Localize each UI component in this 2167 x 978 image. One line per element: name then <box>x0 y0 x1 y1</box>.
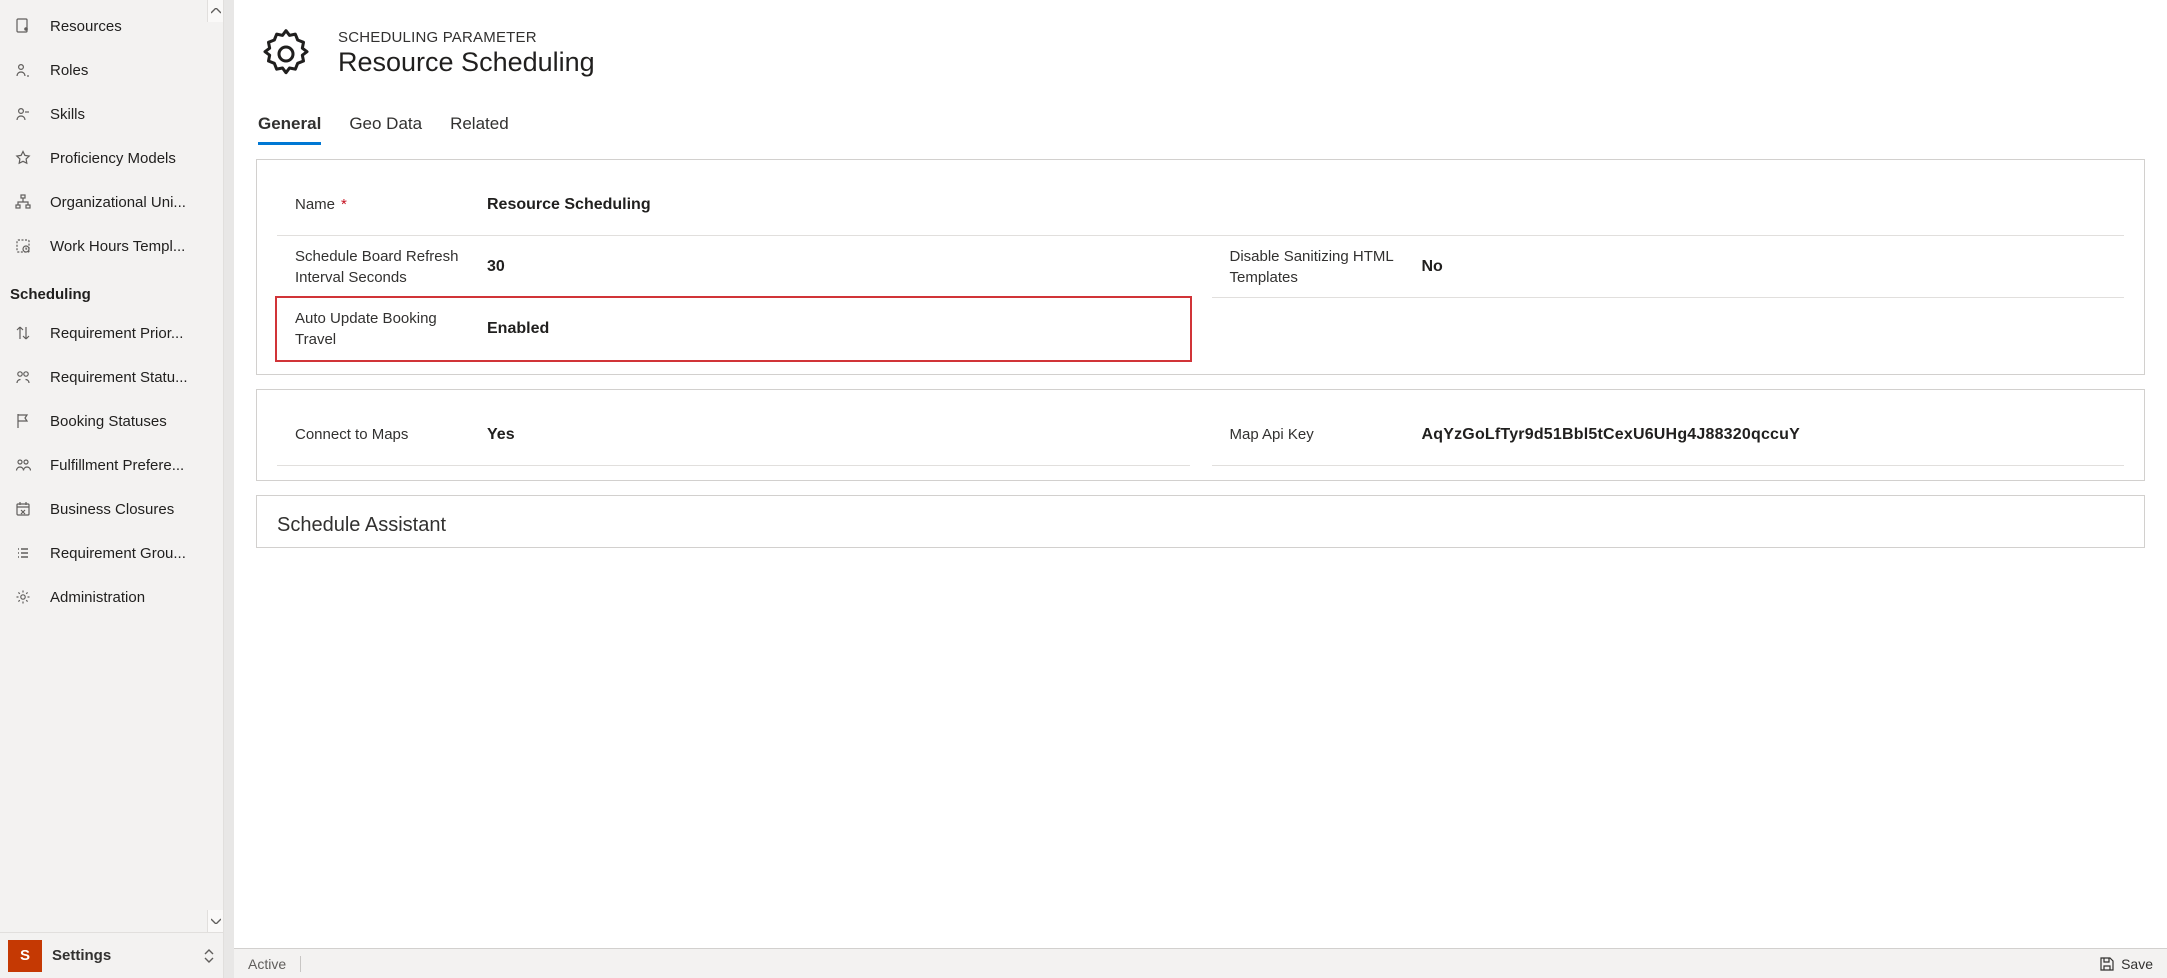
priority-icon <box>14 324 32 342</box>
field-value: Yes <box>467 426 1190 444</box>
sidebar-item-skills[interactable]: Skills <box>0 92 223 136</box>
tab-related[interactable]: Related <box>450 114 509 145</box>
gear-icon <box>14 588 32 606</box>
sidebar-item-label: Resources <box>50 18 122 35</box>
statusbar: Active Save <box>234 948 2167 978</box>
sidebar-item-label: Requirement Statu... <box>50 369 188 386</box>
app-root: Resources Roles Skills Proficiency Model… <box>0 0 2167 978</box>
gear-large-icon <box>258 26 314 82</box>
save-button[interactable]: Save <box>2099 956 2153 972</box>
sidebar-item-requirement-groups[interactable]: Requirement Grou... <box>0 531 223 575</box>
status-icon <box>14 368 32 386</box>
field-connect-to-maps[interactable]: Connect to Maps Yes <box>277 404 1190 466</box>
flag-icon <box>14 412 32 430</box>
save-label: Save <box>2121 956 2153 972</box>
page-header: SCHEDULING PARAMETER Resource Scheduling <box>256 0 2145 92</box>
tab-label: Related <box>450 114 509 133</box>
area-switcher[interactable]: S Settings <box>0 932 223 978</box>
field-disable-sanitizing[interactable]: Disable Sanitizing HTML Templates No <box>1212 236 2125 298</box>
org-icon <box>14 193 32 211</box>
sidebar-item-fulfillment-preferences[interactable]: Fulfillment Prefere... <box>0 443 223 487</box>
label-text: Name <box>295 196 335 213</box>
sidebar-item-label: Organizational Uni... <box>50 194 186 211</box>
field-label: Map Api Key <box>1212 424 1402 445</box>
page-eyebrow: SCHEDULING PARAMETER <box>338 29 595 46</box>
general-card: Name * Resource Scheduling Schedule Board… <box>256 159 2145 375</box>
sidebar-scroll-up[interactable] <box>207 0 223 22</box>
sidebar-item-resources[interactable]: Resources <box>0 4 223 48</box>
main-scroll[interactable]: SCHEDULING PARAMETER Resource Scheduling… <box>234 0 2167 948</box>
sidebar-item-label: Booking Statuses <box>50 413 167 430</box>
field-value: 30 <box>467 258 1190 276</box>
form-tabs: General Geo Data Related <box>256 92 2145 145</box>
field-value: No <box>1402 258 2125 276</box>
schedule-assistant-card: Schedule Assistant <box>256 495 2145 548</box>
tab-general[interactable]: General <box>258 114 321 145</box>
record-status: Active <box>248 956 286 972</box>
field-label: Disable Sanitizing HTML Templates <box>1212 246 1402 288</box>
sidebar-item-label: Requirement Prior... <box>50 325 183 342</box>
main: SCHEDULING PARAMETER Resource Scheduling… <box>224 0 2167 978</box>
area-label: Settings <box>52 947 111 964</box>
maps-card: Connect to Maps Yes Map Api Key AqYzGoLf… <box>256 389 2145 481</box>
sidebar-item-business-closures[interactable]: Business Closures <box>0 487 223 531</box>
sidebar-scroll: Resources Roles Skills Proficiency Model… <box>0 0 223 932</box>
sidebar-group-scheduling: Scheduling <box>0 268 223 311</box>
tab-label: Geo Data <box>349 114 422 133</box>
required-indicator: * <box>341 196 347 213</box>
updown-chevron-icon <box>203 949 215 963</box>
field-auto-update-booking-travel[interactable]: Auto Update Booking Travel Enabled <box>277 298 1190 360</box>
sidebar-item-label: Roles <box>50 62 88 79</box>
sidebar-item-requirement-statuses[interactable]: Requirement Statu... <box>0 355 223 399</box>
sidebar-item-organizational-units[interactable]: Organizational Uni... <box>0 180 223 224</box>
field-map-api-key[interactable]: Map Api Key AqYzGoLfTyr9d51Bbl5tCexU6UHg… <box>1212 404 2125 466</box>
sidebar-item-booking-statuses[interactable]: Booking Statuses <box>0 399 223 443</box>
field-refresh-interval[interactable]: Schedule Board Refresh Interval Seconds … <box>277 236 1190 298</box>
sidebar-item-work-hours-templates[interactable]: Work Hours Templ... <box>0 224 223 268</box>
sidebar-item-administration[interactable]: Administration <box>0 575 223 619</box>
people-icon <box>14 456 32 474</box>
field-label: Name * <box>277 194 467 215</box>
sidebar-item-label: Proficiency Models <box>50 150 176 167</box>
sidebar-item-label: Administration <box>50 589 145 606</box>
calendar-x-icon <box>14 500 32 518</box>
divider <box>300 956 301 972</box>
sidebar-item-label: Skills <box>50 106 85 123</box>
sidebar-item-label: Fulfillment Prefere... <box>50 457 184 474</box>
sidebar-item-label: Business Closures <box>50 501 174 518</box>
clock-icon <box>14 237 32 255</box>
sidebar-item-proficiency-models[interactable]: Proficiency Models <box>0 136 223 180</box>
roles-icon <box>14 61 32 79</box>
sidebar-item-requirement-priorities[interactable]: Requirement Prior... <box>0 311 223 355</box>
tab-label: General <box>258 114 321 133</box>
skills-icon <box>14 105 32 123</box>
page-title: Resource Scheduling <box>338 46 595 80</box>
empty-cell <box>1212 298 2125 360</box>
tab-geo-data[interactable]: Geo Data <box>349 114 422 145</box>
sidebar-item-label: Work Hours Templ... <box>50 238 185 255</box>
sidebar: Resources Roles Skills Proficiency Model… <box>0 0 224 978</box>
field-label: Auto Update Booking Travel <box>277 308 467 350</box>
page-titles: SCHEDULING PARAMETER Resource Scheduling <box>338 29 595 80</box>
section-title: Schedule Assistant <box>277 514 2124 537</box>
field-label: Connect to Maps <box>277 424 467 445</box>
resources-icon <box>14 17 32 35</box>
field-value: AqYzGoLfTyr9d51Bbl5tCexU6UHg4J88320qccuY <box>1402 426 2125 444</box>
save-icon <box>2099 956 2115 972</box>
field-value: Enabled <box>467 320 1190 338</box>
list-icon <box>14 544 32 562</box>
star-icon <box>14 149 32 167</box>
area-tile: S <box>8 940 42 972</box>
sidebar-scroll-down[interactable] <box>207 910 223 932</box>
field-value: Resource Scheduling <box>467 196 2124 214</box>
sidebar-item-roles[interactable]: Roles <box>0 48 223 92</box>
field-name[interactable]: Name * Resource Scheduling <box>277 174 2124 236</box>
sidebar-item-label: Requirement Grou... <box>50 545 186 562</box>
field-label: Schedule Board Refresh Interval Seconds <box>277 246 467 288</box>
